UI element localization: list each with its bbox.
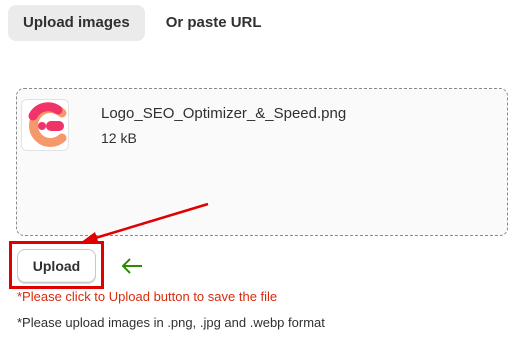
file-name: Logo_SEO_Optimizer_&_Speed.png — [101, 105, 347, 122]
upload-button[interactable]: Upload — [17, 249, 96, 283]
file-dropzone[interactable]: Logo_SEO_Optimizer_&_Speed.png 12 kB — [16, 88, 508, 236]
format-hint-note: *Please upload images in .png, .jpg and … — [17, 315, 325, 330]
upload-instruction-note: *Please click to Upload button to save t… — [17, 289, 278, 304]
upload-source-tabs: Upload images Or paste URL — [8, 5, 277, 41]
seo-optimizer-logo-icon — [28, 102, 67, 147]
tab-paste-url[interactable]: Or paste URL — [151, 5, 277, 41]
file-thumbnail — [21, 99, 69, 151]
left-arrow-icon — [121, 258, 142, 274]
file-size: 12 kB — [101, 130, 137, 146]
tab-upload-images[interactable]: Upload images — [8, 5, 145, 41]
